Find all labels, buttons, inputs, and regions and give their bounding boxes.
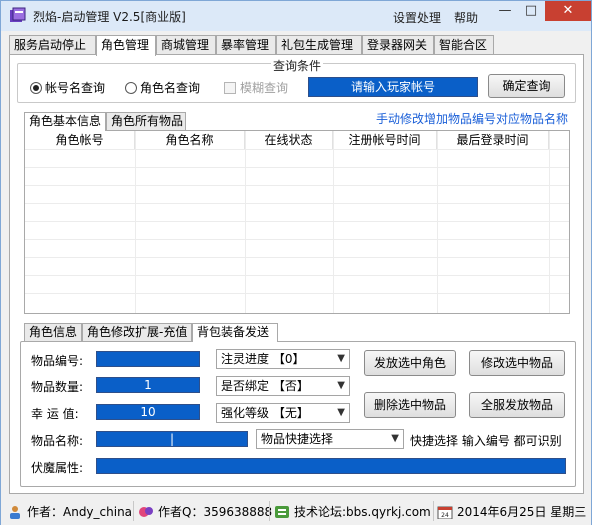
attr-input[interactable] [96, 458, 566, 474]
column-header-online[interactable]: 在线状态 [245, 131, 333, 149]
tab-role-management[interactable]: 角色管理 [96, 35, 156, 56]
tab-role-info[interactable]: 角色信息 [24, 323, 82, 341]
bind-select[interactable]: 是否绑定 【否】 ▼ [216, 376, 350, 396]
menu-help[interactable]: 帮助 [454, 9, 478, 26]
column-header-role-name[interactable]: 角色名称 [135, 131, 245, 149]
enhance-value: 强化等级 【无】 [221, 406, 309, 420]
status-qq: 作者Q：359638888 [138, 503, 272, 520]
fuzzy-query-checkbox[interactable]: 模糊查询 [224, 79, 288, 96]
query-group-title: 查询条件 [271, 57, 324, 74]
luck-input[interactable]: 10 [96, 404, 200, 420]
close-button[interactable]: ✕ [545, 1, 591, 21]
tab-role-recharge[interactable]: 角色修改扩展-充值 [82, 323, 192, 341]
modify-item-button[interactable]: 修改选中物品 [469, 350, 565, 376]
chevron-down-icon: ▼ [337, 407, 345, 418]
send-all-button[interactable]: 全服发放物品 [469, 392, 565, 418]
checkbox-icon [224, 81, 236, 94]
role-table: 角色帐号 角色名称 在线状态 注册帐号时间 最后登录时间 [24, 130, 570, 314]
chevron-down-icon: ▼ [391, 433, 399, 444]
item-id-input[interactable] [96, 351, 200, 367]
forum-text: 技术论坛:bbs.qyrkj.com [294, 505, 431, 519]
maximize-button[interactable]: □ [518, 1, 544, 21]
tab-bag-send[interactable]: 背包装备发送 [192, 323, 278, 342]
tab-gift-pack[interactable]: 礼包生成管理 [276, 35, 362, 55]
status-author: 作者：Andy_china [7, 503, 132, 520]
soul-progress-value: 注灵进度 【0】 [221, 352, 305, 366]
fuzzy-query-label: 模糊查询 [240, 81, 289, 95]
column-header-last-login[interactable]: 最后登录时间 [437, 131, 549, 149]
item-name-input[interactable]: | [96, 431, 248, 447]
item-quick-value: 物品快捷选择 [261, 432, 334, 446]
app-window: 烈焰-启动管理 V2.5[商业版] 设置处理 帮助 — □ ✕ 服务启动停止 角… [0, 0, 592, 525]
forum-icon [275, 505, 289, 518]
item-name-hint: 手动修改增加物品编号对应物品名称 [376, 112, 569, 126]
column-header-register-time[interactable]: 注册帐号时间 [333, 131, 437, 149]
item-qty-label: 物品数量: [31, 380, 84, 394]
radio-checked-icon [30, 81, 42, 94]
tab-service[interactable]: 服务启动停止 [9, 35, 96, 55]
quick-select-hint: 快捷选择 输入编号 都可识别 [410, 434, 562, 448]
radio-role-label: 角色名查询 [140, 81, 201, 95]
tab-role-basic-info[interactable]: 角色基本信息 [24, 112, 106, 131]
delete-item-button[interactable]: 删除选中物品 [364, 392, 456, 418]
tab-drop-rate[interactable]: 暴率管理 [216, 35, 276, 55]
radio-account-query[interactable]: 帐号名查询 [30, 79, 105, 96]
tab-shop[interactable]: 商城管理 [156, 35, 216, 55]
menu-settings[interactable]: 设置处理 [393, 9, 441, 26]
qq-icon [139, 506, 153, 517]
bind-value: 是否绑定 【否】 [221, 379, 309, 393]
status-forum[interactable]: 技术论坛:bbs.qyrkj.com [274, 503, 431, 520]
attr-label: 伏魔属性: [31, 461, 84, 475]
soul-progress-select[interactable]: 注灵进度 【0】 ▼ [216, 349, 350, 369]
send-to-role-button[interactable]: 发放选中角色 [364, 350, 456, 376]
radio-unchecked-icon [125, 81, 137, 94]
item-quick-select[interactable]: 物品快捷选择 ▼ [256, 429, 404, 449]
status-bar: 作者：Andy_china 作者Q：359638888 技术论坛:bbs.qyr… [1, 497, 591, 525]
item-name-label: 物品名称: [31, 434, 84, 448]
tab-login-gateway[interactable]: 登录器网关 [362, 35, 434, 55]
user-icon [10, 505, 20, 519]
radio-role-query[interactable]: 角色名查询 [125, 79, 200, 96]
item-id-label: 物品编号: [31, 354, 84, 368]
title-bar: 烈焰-启动管理 V2.5[商业版] 设置处理 帮助 — □ ✕ [1, 1, 591, 31]
account-search-input[interactable]: 请输入玩家帐号 [308, 77, 478, 97]
confirm-query-button[interactable]: 确定查询 [488, 74, 565, 98]
enhance-select[interactable]: 强化等级 【无】 ▼ [216, 403, 350, 423]
radio-account-label: 帐号名查询 [45, 81, 106, 95]
item-qty-input[interactable]: 1 [96, 377, 200, 393]
luck-label: 幸 运 值: [31, 407, 79, 421]
app-logo-icon [10, 7, 26, 22]
svg-text:24: 24 [441, 512, 449, 519]
chevron-down-icon: ▼ [337, 380, 345, 391]
role-management-panel: 查询条件 帐号名查询 角色名查询 模糊查询 请输入玩家帐号 确定查询 手动修改增… [9, 54, 584, 494]
date-text: 2014年6月25日 星期三 [457, 505, 587, 519]
calendar-icon: 24 [437, 506, 453, 519]
minimize-button[interactable]: — [492, 1, 518, 21]
window-title: 烈焰-启动管理 V2.5[商业版] [33, 10, 186, 24]
chevron-down-icon: ▼ [337, 353, 345, 364]
tab-merge-server[interactable]: 智能合区 [434, 35, 494, 55]
status-date: 24 2014年6月25日 星期三 [437, 503, 586, 520]
column-header-account[interactable]: 角色帐号 [25, 131, 135, 149]
tab-role-items[interactable]: 角色所有物品 [106, 112, 186, 130]
qq-text: 作者Q：359638888 [158, 505, 273, 519]
author-text: 作者：Andy_china [27, 505, 133, 519]
